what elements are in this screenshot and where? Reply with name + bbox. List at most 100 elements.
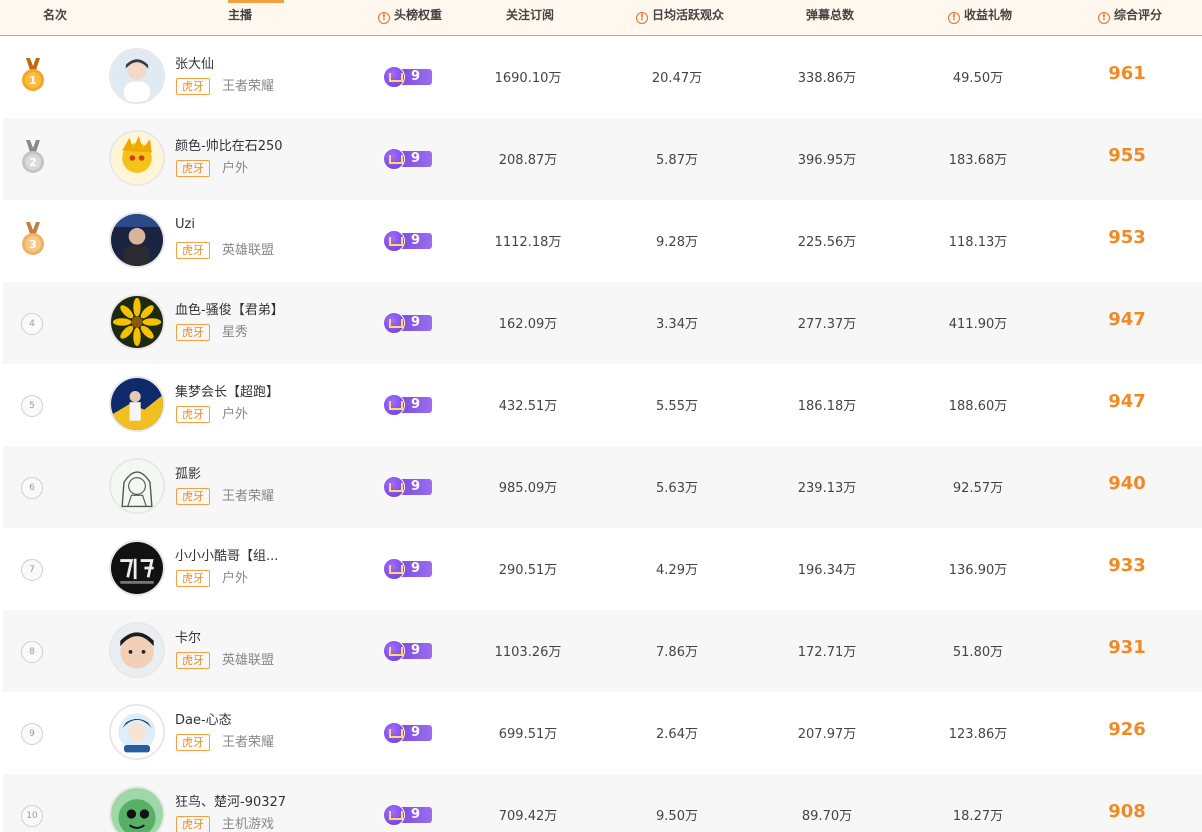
table-row[interactable]: 8 卡尔 虎牙 英雄联盟 9 1103.26万 7.86万 172.71万 51.80万 931 [3,610,1202,692]
header-danmaku[interactable]: 弹幕总数 [780,0,880,30]
danmaku-value: 277.37万 [797,317,857,332]
table-row[interactable]: 7 小小小酷哥【组... 虎牙 户外 9 290.51万 4.29万 196.34万 136.9… [3,528,1202,610]
avatar[interactable] [109,294,165,350]
gifts-value: 188.60万 [948,399,1008,414]
daily-active-value: 3.34万 [656,317,698,332]
table-row[interactable]: 6 孤影 虎牙 王者荣耀 9 985.09万 5.63万 239.13万 92.57万 940 [3,446,1202,528]
streamer-name[interactable]: 卡尔 [175,627,201,646]
platform-tag: 虎牙 [176,488,210,505]
daily-active-value: 5.55万 [656,399,698,414]
danmaku-value: 186.18万 [797,399,857,414]
streamer-name[interactable]: 张大仙 [175,53,214,72]
followers-value: 985.09万 [498,481,558,496]
table-row[interactable]: 1 张大仙 虎牙 王者荣耀 9 1690.10万 20.47万 338.86万 49.50万 96… [3,36,1202,118]
streamer-name[interactable]: 血色-骚俊【君弟】 [175,299,284,318]
avatar[interactable] [109,540,165,596]
score-value: 947 [1108,309,1146,330]
crown-icon [383,66,405,88]
rank-badge: 7 [21,559,43,581]
crown-icon [383,148,405,170]
weight-badge: 9 [383,394,433,416]
category-label: 英雄联盟 [222,243,275,258]
daily-active-value: 2.64万 [656,727,698,742]
crown-icon [383,230,405,252]
weight-badge: 9 [383,230,433,252]
avatar[interactable] [109,458,165,514]
danmaku-value: 396.95万 [797,153,857,168]
table-row[interactable]: 10 狂鸟、楚河-90327 虎牙 主机游戏 9 709.42万 9.50万 89.70万 18… [3,774,1202,832]
table-row[interactable]: 9 Dae-心态 虎牙 王者荣耀 9 699.51万 2.64万 207.97万 123.86万… [3,692,1202,774]
daily-active-value: 20.47万 [651,71,703,86]
danmaku-value: 239.13万 [797,481,857,496]
platform-tag: 虎牙 [176,816,210,832]
header-score[interactable]: ! 综合评分 [1080,0,1180,30]
score-value: 933 [1108,555,1146,576]
daily-active-value: 4.29万 [656,563,698,578]
avatar[interactable] [109,48,165,104]
streamer-name[interactable]: 颜色-帅比在石250 [175,135,283,154]
info-icon[interactable]: ! [377,12,390,24]
daily-active-value: 5.63万 [656,481,698,496]
table-row[interactable]: 3 Uzi 虎牙 英雄联盟 9 1112.18万 9.28万 225.56万 118.13万 95… [3,200,1202,282]
daily-active-value: 5.87万 [656,153,698,168]
platform-tag: 虎牙 [176,734,210,751]
platform-tag: 虎牙 [176,652,210,669]
platform-tag: 虎牙 [176,570,210,587]
table-row[interactable]: 5 集梦会长【超跑】 虎牙 户外 9 432.51万 5.55万 186.18万 188.60万… [3,364,1202,446]
gold-medal-icon: 1 [22,58,44,91]
streamer-name[interactable]: Uzi [175,217,195,232]
table-row[interactable]: 4 血色-骚俊【君弟】 虎牙 星秀 9 162.09万 3.34万 277.37万 411.90… [3,282,1202,364]
rank-badge: 10 [21,805,43,827]
table-header: 名次 主播 ! 头榜权重 关注订阅 ! 日均活跃观众 弹幕总数 ! 收益礼物 ! 综合评… [0,0,1202,36]
category-label: 星秀 [222,325,249,340]
danmaku-value: 172.71万 [797,645,857,660]
score-value: 947 [1108,391,1146,412]
danmaku-value: 225.56万 [797,235,857,250]
avatar[interactable] [109,704,165,760]
crown-icon [383,476,405,498]
avatar[interactable] [109,212,165,268]
ranking-table: 1 张大仙 虎牙 王者荣耀 9 1690.10万 20.47万 338.86万 49.50万 96… [3,36,1202,832]
followers-value: 290.51万 [498,563,558,578]
crown-icon [383,394,405,416]
platform-tag: 虎牙 [176,78,210,95]
followers-value: 1690.10万 [494,71,562,86]
followers-value: 432.51万 [498,399,558,414]
streamer-name[interactable]: Dae-心态 [175,709,232,728]
header-weight[interactable]: ! 头榜权重 [360,0,460,30]
daily-active-value: 9.50万 [656,809,698,824]
rank-badge: 5 [21,395,43,417]
streamer-name[interactable]: 孤影 [175,463,201,482]
danmaku-value: 196.34万 [797,563,857,578]
avatar[interactable] [109,130,165,186]
header-streamer[interactable]: 主播 [200,0,280,30]
followers-value: 162.09万 [498,317,558,332]
streamer-name[interactable]: 集梦会长【超跑】 [175,381,279,400]
bronze-medal-icon: 3 [22,222,44,255]
avatar[interactable] [109,622,165,678]
info-icon[interactable]: ! [635,12,648,24]
platform-tag: 虎牙 [176,160,210,177]
daily-active-value: 9.28万 [656,235,698,250]
avatar[interactable] [109,376,165,432]
score-value: 953 [1108,227,1146,248]
header-rank[interactable]: 名次 [30,0,80,30]
followers-value: 699.51万 [498,727,558,742]
crown-icon [383,312,405,334]
gifts-value: 183.68万 [948,153,1008,168]
weight-badge: 9 [383,66,433,88]
avatar[interactable] [109,786,165,832]
table-row[interactable]: 2 颜色-帅比在石250 虎牙 户外 9 208.87万 5.87万 396.95万 183.6… [3,118,1202,200]
info-icon[interactable]: ! [947,12,960,24]
platform-tag: 虎牙 [176,242,210,259]
info-icon[interactable]: ! [1097,12,1110,24]
header-gifts[interactable]: ! 收益礼物 [930,0,1030,30]
platform-tag: 虎牙 [176,406,210,423]
header-followers[interactable]: 关注订阅 [480,0,580,30]
followers-value: 1103.26万 [494,645,562,660]
header-daily-active[interactable]: ! 日均活跃观众 [620,0,740,30]
weight-badge: 9 [383,640,433,662]
danmaku-value: 207.97万 [797,727,857,742]
streamer-name[interactable]: 小小小酷哥【组... [175,545,278,564]
streamer-name[interactable]: 狂鸟、楚河-90327 [175,791,286,810]
